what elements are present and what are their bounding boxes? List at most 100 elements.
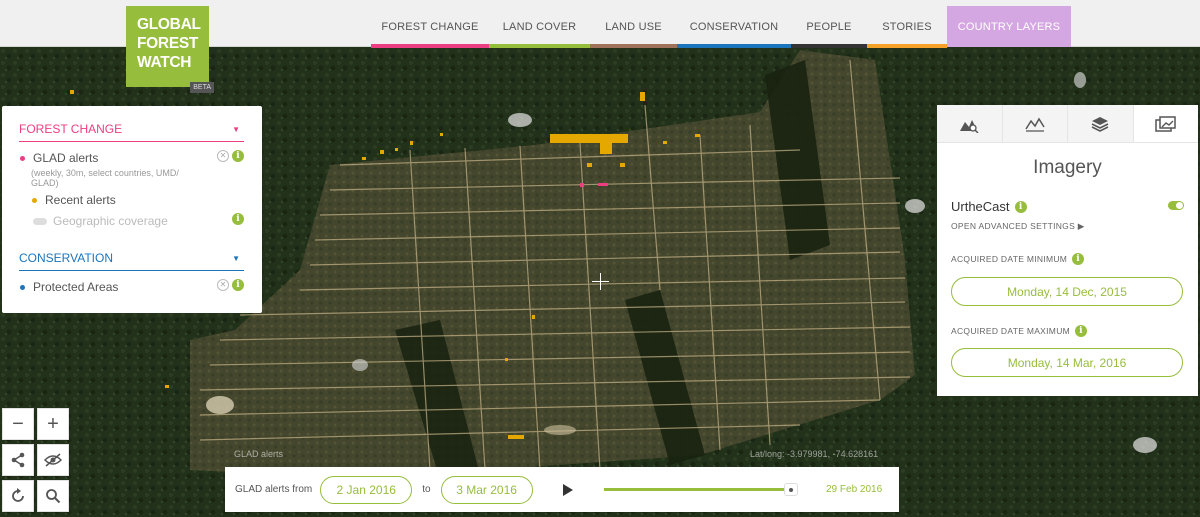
imagery-panel: Imagery UrtheCast i OPEN ADVANCED SETTIN… — [937, 105, 1198, 396]
nav-color-bar — [371, 44, 489, 48]
nav-label: FOREST CHANGE — [381, 20, 479, 33]
tab-charts[interactable] — [1002, 105, 1068, 142]
current-date: 29 Feb 2016 — [826, 484, 883, 495]
timeline-label: GLAD alerts from — [235, 484, 313, 495]
to-label: to — [422, 484, 431, 495]
map-crosshair — [592, 273, 609, 290]
end-date-picker[interactable]: 3 Mar 2016 — [440, 475, 533, 504]
hide-panels-button[interactable] — [37, 444, 69, 476]
share-icon — [11, 452, 25, 468]
info-icon[interactable]: i — [232, 150, 244, 162]
chevron-down-icon: ▼ — [232, 254, 240, 263]
plus-icon: + — [47, 412, 59, 435]
tab-layers[interactable] — [1068, 105, 1134, 142]
info-icon[interactable]: i — [232, 213, 244, 225]
nav-label: COUNTRY LAYERS — [957, 20, 1061, 33]
nav-stories[interactable]: STORIES — [867, 6, 947, 48]
coverage-label: Geographic coverage — [53, 214, 168, 228]
caret-right-icon: ▶ — [1077, 221, 1085, 231]
nav-conservation[interactable]: CONSERVATION — [677, 6, 791, 48]
zoom-in-button[interactable]: + — [37, 408, 69, 440]
gfw-logo[interactable]: GLOBAL FOREST WATCH BETA — [126, 6, 214, 93]
timeline-track[interactable] — [604, 488, 794, 491]
info-icon[interactable]: i — [1075, 325, 1088, 337]
main-nav: FOREST CHANGE LAND COVER LAND USE CONSER… — [371, 6, 1071, 48]
refresh-icon — [12, 488, 24, 502]
remove-layer-icon[interactable]: ✕ — [217, 150, 229, 162]
imagery-source-row: UrtheCast i — [951, 199, 1027, 214]
max-date-label: ACQUIRED DATE MAXIMUM i — [951, 325, 1088, 337]
imagery-icon — [1155, 115, 1176, 132]
nav-country-layers[interactable]: COUNTRY LAYERS — [947, 6, 1071, 47]
section-title: CONSERVATION — [19, 251, 114, 265]
min-date-text: ACQUIRED DATE MINIMUM — [951, 254, 1068, 264]
zoom-out-button[interactable]: − — [2, 408, 34, 440]
play-icon[interactable] — [562, 483, 573, 496]
layer-glad-alerts[interactable]: GLAD alerts ✕ i — [19, 150, 244, 165]
search-icon — [46, 489, 61, 504]
layers-legend-panel: FOREST CHANGE ▼ GLAD alerts ✕ i (weekly, … — [2, 106, 262, 313]
panel-tabs — [937, 105, 1198, 143]
nav-label: LAND USE — [605, 20, 662, 33]
analysis-icon — [960, 119, 979, 133]
alert-dot-icon — [32, 197, 37, 203]
imagery-toggle[interactable] — [1168, 201, 1184, 210]
nav-label: STORIES — [882, 20, 932, 33]
info-icon[interactable]: i — [1072, 253, 1085, 265]
nav-color-bar — [867, 44, 947, 48]
sublayer-label: Recent alerts — [45, 193, 116, 207]
chart-icon — [1025, 117, 1045, 132]
advanced-label: OPEN ADVANCED SETTINGS — [951, 221, 1076, 231]
max-date-picker[interactable]: Monday, 14 Mar, 2016 — [951, 348, 1183, 377]
tab-imagery[interactable] — [1133, 105, 1198, 142]
tab-analysis[interactable] — [937, 105, 1003, 142]
timeline-handle[interactable] — [784, 483, 798, 496]
nav-land-use[interactable]: LAND USE — [590, 6, 677, 48]
nav-color-bar — [590, 44, 677, 48]
layer-label: Protected Areas — [33, 280, 119, 294]
nav-forest-change[interactable]: FOREST CHANGE — [371, 6, 489, 48]
layer-dot-icon — [20, 284, 25, 290]
map-legend-label: GLAD alerts — [234, 449, 284, 459]
nav-color-bar — [791, 44, 867, 48]
info-icon[interactable]: i — [1014, 200, 1027, 213]
min-date-label: ACQUIRED DATE MINIMUM i — [951, 253, 1085, 265]
layer-description: (weekly, 30m, select countries, UMD/ GLA… — [31, 168, 179, 188]
nav-color-bar — [677, 44, 791, 48]
forest-change-header[interactable]: FOREST CHANGE ▼ — [19, 122, 244, 142]
nav-land-cover[interactable]: LAND COVER — [489, 6, 590, 48]
timeline-bar: GLAD alerts from 2 Jan 2016 to 3 Mar 201… — [225, 467, 899, 512]
advanced-settings-link[interactable]: OPEN ADVANCED SETTINGS ▶ — [951, 221, 1085, 232]
coverage-toggle[interactable] — [33, 217, 47, 225]
logo-line: FOREST — [137, 35, 199, 52]
beta-badge: BETA — [190, 82, 214, 93]
panel-title: Imagery — [1033, 157, 1102, 178]
geographic-coverage-row[interactable]: Geographic coverage i — [19, 213, 244, 228]
section-title: FOREST CHANGE — [19, 122, 123, 136]
chevron-down-icon: ▼ — [232, 125, 240, 134]
eye-slash-icon — [43, 453, 63, 467]
layer-dot-icon — [20, 155, 25, 161]
nav-people[interactable]: PEOPLE — [791, 6, 867, 48]
min-date-picker[interactable]: Monday, 14 Dec, 2015 — [951, 277, 1183, 306]
minus-icon: − — [12, 412, 24, 435]
logo-line: WATCH — [137, 54, 192, 71]
reset-button[interactable] — [2, 480, 34, 512]
max-date-text: ACQUIRED DATE MAXIMUM — [951, 326, 1071, 336]
logo-line: GLOBAL — [137, 16, 201, 33]
search-button[interactable] — [37, 480, 69, 512]
nav-color-bar — [489, 44, 590, 48]
source-label: UrtheCast — [951, 199, 1010, 214]
info-icon[interactable]: i — [232, 279, 244, 291]
layer-label: GLAD alerts — [33, 151, 99, 165]
layer-protected-areas[interactable]: Protected Areas ✕ i — [19, 279, 244, 294]
nav-label: CONSERVATION — [689, 20, 779, 33]
remove-layer-icon[interactable]: ✕ — [217, 279, 229, 291]
conservation-header[interactable]: CONSERVATION ▼ — [19, 251, 244, 271]
sublayer-recent-alerts: Recent alerts — [31, 193, 244, 207]
layers-icon — [1091, 116, 1109, 132]
share-button[interactable] — [2, 444, 34, 476]
start-date-picker[interactable]: 2 Jan 2016 — [320, 475, 413, 504]
latlong-readout: Lat/long: -3.979981, -74.628161 — [750, 449, 879, 459]
nav-label: PEOPLE — [806, 20, 852, 33]
